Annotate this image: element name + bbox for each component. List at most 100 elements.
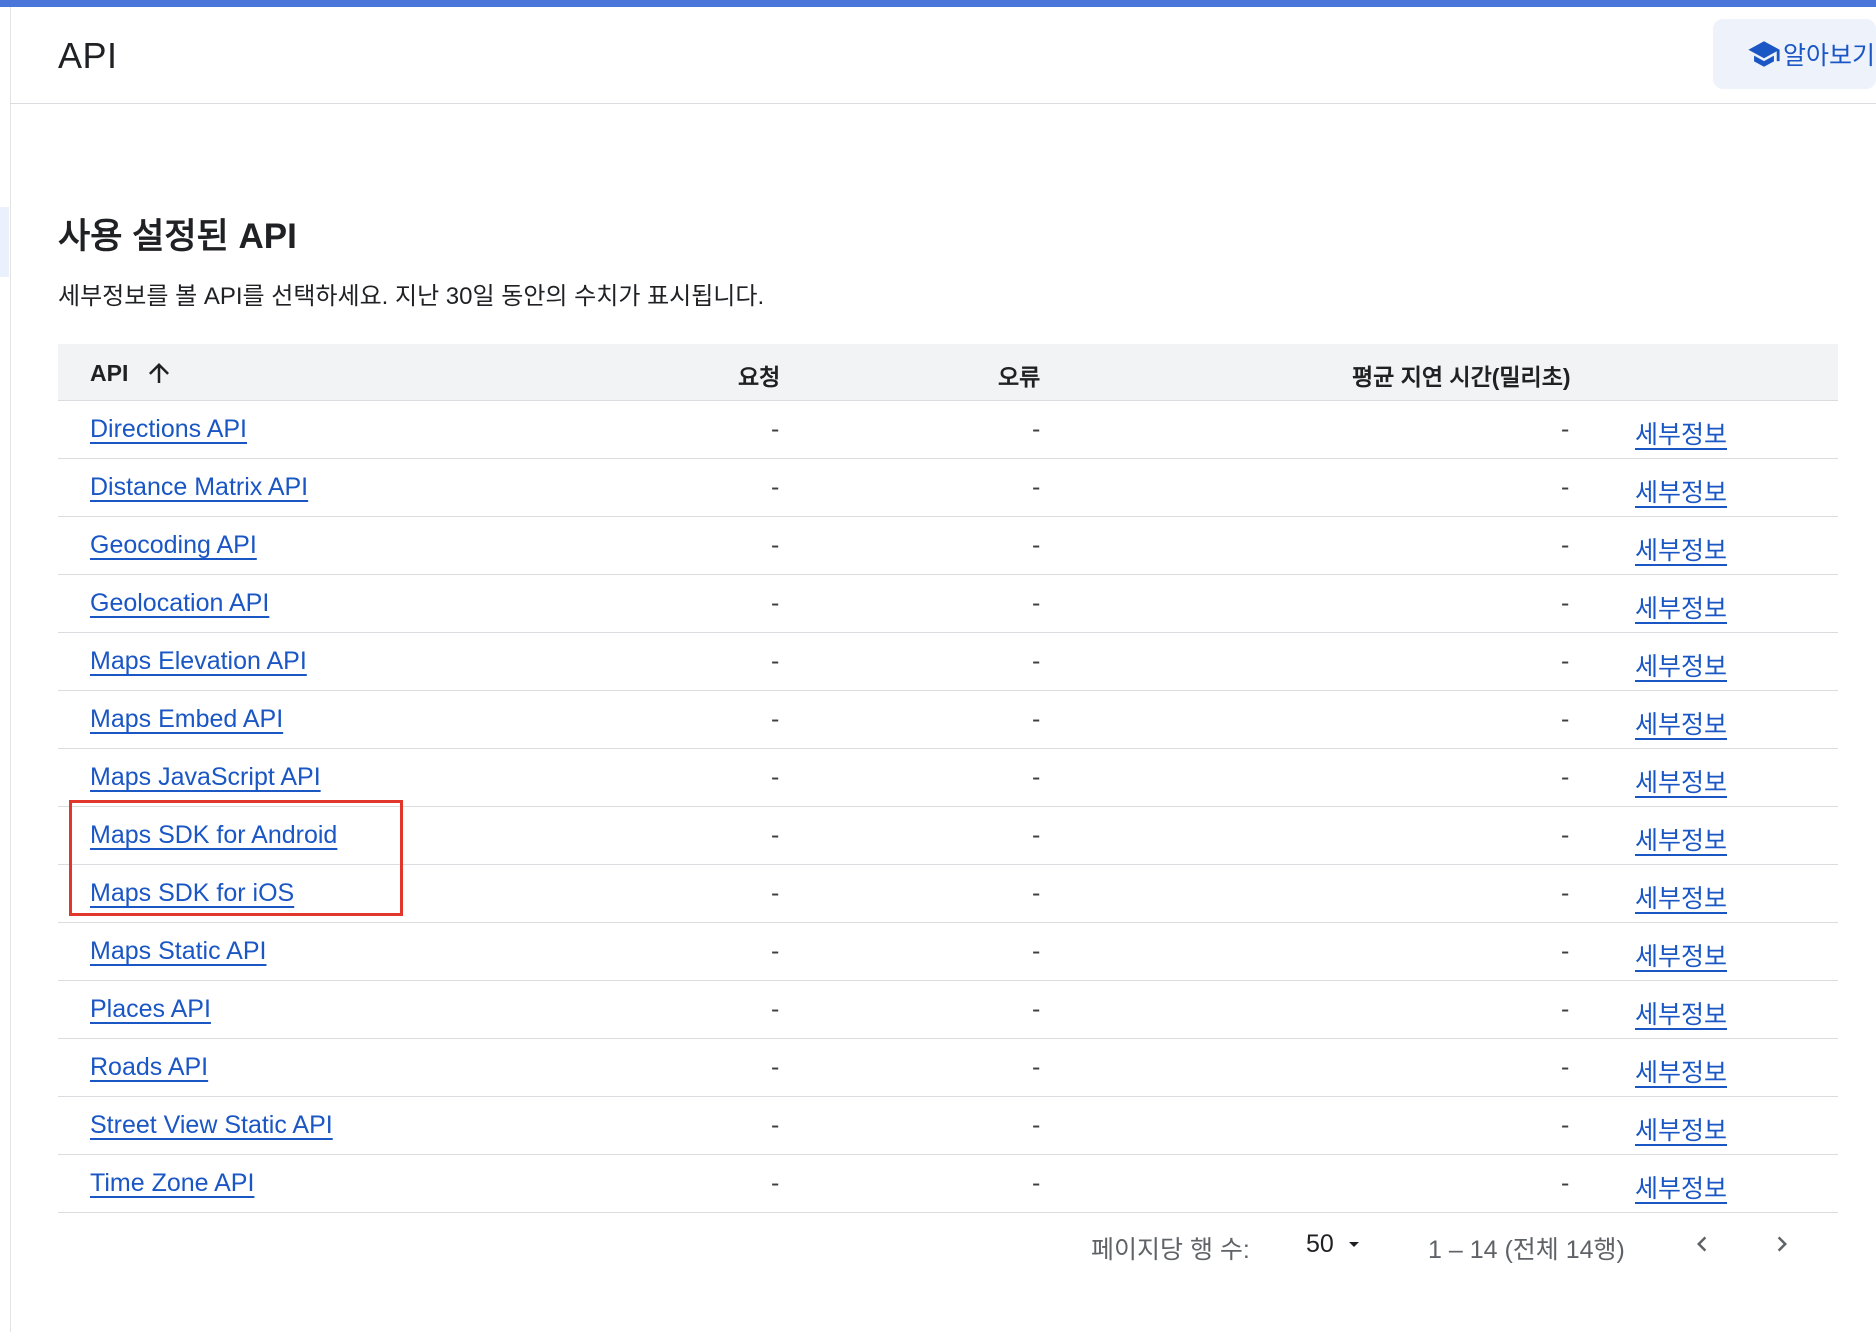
errors-value: - [1032,1169,1041,1197]
latency-value: - [1561,531,1570,559]
latency-value: - [1561,937,1570,965]
api-name-link[interactable]: Places API [90,995,211,1024]
details-link[interactable]: 세부정보 [1635,995,1727,1031]
learn-button[interactable]: 알아보기 [1713,19,1876,89]
details-link[interactable]: 세부정보 [1635,531,1727,567]
api-name-link[interactable]: Directions API [90,415,247,444]
table-row: Places API - - - 세부정보 [58,981,1838,1039]
table-row: Directions API - - - 세부정보 [58,401,1838,459]
caret-down-icon [1348,1242,1359,1247]
page-header: API 알아보기 [10,7,1876,104]
latency-value: - [1561,763,1570,791]
page-title: API [58,35,118,76]
rows-per-page-value: 50 [1306,1229,1334,1258]
latency-value: - [1561,705,1570,733]
requests-value: - [771,589,780,617]
api-name-link[interactable]: Roads API [90,1053,208,1082]
school-icon [1748,41,1780,67]
details-link[interactable]: 세부정보 [1635,647,1727,683]
latency-value: - [1561,589,1570,617]
table-row: Maps Elevation API - - - 세부정보 [58,633,1838,691]
table-row: Roads API - - - 세부정보 [58,1039,1838,1097]
api-name-link[interactable]: Maps Elevation API [90,647,307,676]
column-header-api[interactable]: API [90,358,174,388]
latency-value: - [1561,647,1570,675]
api-name-link[interactable]: Distance Matrix API [90,473,308,502]
table-row: Maps Embed API - - - 세부정보 [58,691,1838,749]
table-row: Distance Matrix API - - - 세부정보 [58,459,1838,517]
errors-value: - [1032,415,1041,443]
details-link[interactable]: 세부정보 [1635,473,1727,509]
latency-value: - [1561,473,1570,501]
rows-per-page-label: 페이지당 행 수: [1091,1236,1250,1264]
section-title: 사용 설정된 API [58,217,297,256]
api-name-link[interactable]: Maps JavaScript API [90,763,321,792]
errors-value: - [1032,589,1041,617]
requests-value: - [771,879,780,907]
api-name-link[interactable]: Maps Static API [90,937,266,966]
chevron-left-icon [1697,1236,1707,1252]
details-link[interactable]: 세부정보 [1635,937,1727,973]
details-link[interactable]: 세부정보 [1635,415,1727,451]
details-link[interactable]: 세부정보 [1635,1111,1727,1147]
table-body: Directions API - - - 세부정보 Distance Matrix API… [58,401,1838,1213]
table-row: Geocoding API - - - 세부정보 [58,517,1838,575]
table-row: Geolocation API - - - 세부정보 [58,575,1838,633]
details-link[interactable]: 세부정보 [1635,1053,1727,1089]
errors-value: - [1032,1111,1041,1139]
details-link[interactable]: 세부정보 [1635,821,1727,857]
api-name-link[interactable]: Maps Embed API [90,705,283,734]
requests-value: - [771,473,780,501]
requests-value: - [771,763,780,791]
errors-value: - [1032,763,1041,791]
details-link[interactable]: 세부정보 [1635,1169,1727,1205]
previous-page-button[interactable] [1682,1224,1722,1264]
requests-value: - [771,1053,780,1081]
requests-value: - [771,937,780,965]
errors-value: - [1032,1053,1041,1081]
rows-per-page-select[interactable]: 50 [1306,1224,1366,1264]
table-row: Time Zone API - - - 세부정보 [58,1155,1838,1213]
next-page-button[interactable] [1762,1224,1802,1264]
api-name-link[interactable]: Geocoding API [90,531,257,560]
details-link[interactable]: 세부정보 [1635,705,1727,741]
errors-value: - [1032,705,1041,733]
latency-value: - [1561,1053,1570,1081]
column-header-latency[interactable]: 평균 지연 시간(밀리초) [1352,358,1571,392]
learn-button-label: 알아보기 [1783,42,1876,70]
left-nav-active-marker [0,207,9,277]
errors-value: - [1032,821,1041,849]
table-row: Maps SDK for iOS - - - 세부정보 [58,865,1838,923]
column-header-requests[interactable]: 요청 [738,358,780,392]
requests-value: - [771,647,780,675]
requests-value: - [771,705,780,733]
requests-value: - [771,995,780,1023]
pager-range: 1 – 14 (전체 14행) [1428,1236,1625,1264]
details-link[interactable]: 세부정보 [1635,879,1727,915]
table-header: API 요청 오류 평균 지연 시간(밀리초) [58,344,1838,401]
requests-value: - [771,1111,780,1139]
column-header-errors[interactable]: 오류 [998,358,1040,392]
chevron-right-icon [1777,1236,1787,1252]
arrow-up-icon[interactable] [144,358,174,388]
api-table: API 요청 오류 평균 지연 시간(밀리초) Directions API - -… [58,344,1838,1213]
details-link[interactable]: 세부정보 [1635,763,1727,799]
api-name-link[interactable]: Time Zone API [90,1169,254,1198]
api-name-link[interactable]: Maps SDK for Android [90,821,337,850]
details-link[interactable]: 세부정보 [1635,589,1727,625]
latency-value: - [1561,821,1570,849]
api-name-link[interactable]: Street View Static API [90,1111,333,1140]
latency-value: - [1561,415,1570,443]
top-accent-bar [0,0,1876,7]
api-name-link[interactable]: Maps SDK for iOS [90,879,294,908]
api-name-link[interactable]: Geolocation API [90,589,269,618]
requests-value: - [771,821,780,849]
errors-value: - [1032,473,1041,501]
table-row: Maps JavaScript API - - - 세부정보 [58,749,1838,807]
errors-value: - [1032,879,1041,907]
requests-value: - [771,531,780,559]
errors-value: - [1032,531,1041,559]
latency-value: - [1561,1111,1570,1139]
errors-value: - [1032,937,1041,965]
latency-value: - [1561,879,1570,907]
